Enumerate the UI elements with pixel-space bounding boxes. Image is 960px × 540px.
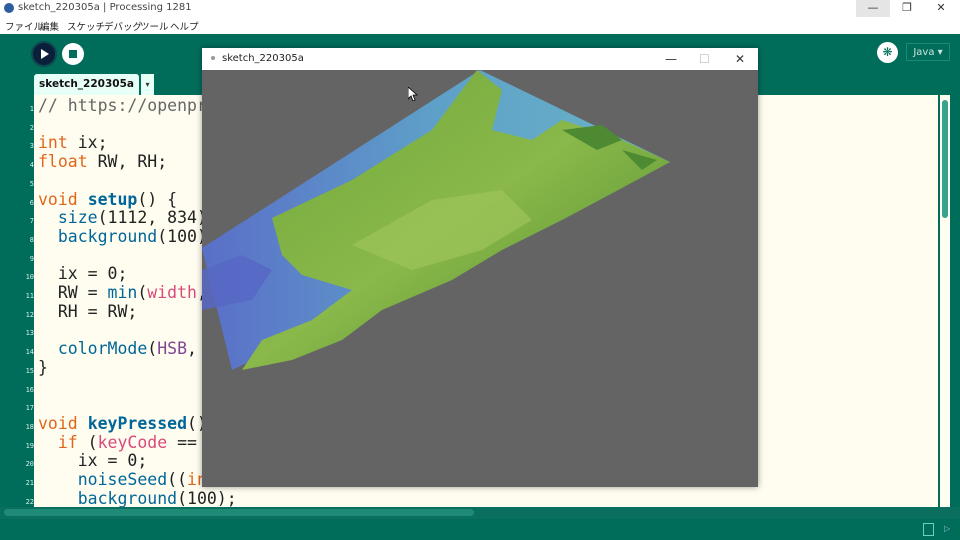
line-number: 4 (29, 161, 34, 170)
window-titlebar: sketch_220305a | Processing 1281 — ❐ ✕ (0, 0, 960, 17)
line-number: 2 (29, 123, 34, 132)
code-line: float RW, RH; (38, 152, 168, 172)
mode-selector[interactable]: Java ▾ (906, 43, 950, 61)
line-number: 17 (25, 404, 34, 413)
code-line: RH = RW; (38, 301, 138, 321)
stop-button[interactable] (62, 43, 84, 65)
line-number: 15 (25, 366, 34, 375)
line-number: 9 (29, 254, 34, 263)
line-number: 13 (25, 329, 34, 338)
menu-tools[interactable]: ツール (140, 19, 169, 33)
line-number: 12 (25, 310, 34, 319)
sketch-maximize-button[interactable]: ☐ (699, 52, 710, 66)
line-number: 6 (29, 198, 34, 207)
line-number: 11 (25, 292, 34, 300)
line-number: 7 (29, 217, 34, 226)
code-line: RW = min(width, (38, 283, 207, 302)
processing-app-icon (4, 3, 14, 13)
console-icon[interactable] (923, 523, 934, 536)
sketch-titlebar: sketch_220305a — ☐ ✕ (202, 48, 758, 70)
line-number: 19 (25, 441, 34, 450)
code-line: void keyPressed() (38, 413, 207, 433)
sketch-app-icon (211, 56, 215, 60)
mouse-cursor-icon (408, 87, 418, 101)
status-bar (0, 519, 960, 540)
menu-debug[interactable]: デバッグ (104, 19, 142, 33)
code-line: ix = 0; (38, 264, 128, 284)
sketch-canvas[interactable] (202, 70, 758, 487)
line-number: 14 (25, 348, 34, 357)
sketch-window[interactable]: sketch_220305a — ☐ ✕ (202, 48, 758, 487)
code-line: background(100); (77, 488, 237, 508)
code-line: } (38, 357, 48, 377)
horizontal-scroll-thumb[interactable] (4, 509, 474, 516)
maximize-button[interactable]: ❐ (890, 0, 924, 17)
menu-edit[interactable]: 編集 (40, 19, 59, 33)
line-number: 22 (25, 497, 34, 506)
line-number: 8 (29, 235, 34, 244)
debugger-button[interactable]: ❋ (877, 42, 898, 63)
line-number: 5 (29, 179, 34, 188)
code-line: if (keyCode == 82 (57, 432, 227, 452)
line-number: 21 (25, 479, 34, 487)
code-line: colorMode(HSB, 25 (57, 339, 227, 359)
menu-bar: ファイル 編集 スケッチ デバッグ ツール ヘルプ (0, 17, 960, 34)
line-number: 3 (29, 142, 34, 151)
status-arrow-icon[interactable]: ▷ (944, 524, 950, 533)
menu-sketch[interactable]: スケッチ (67, 19, 105, 33)
sketch-window-title: sketch_220305a (222, 53, 304, 64)
line-number: 10 (25, 273, 34, 282)
code-line: size(1112, 834); (57, 208, 217, 228)
code-line: // https://openproc (38, 96, 227, 115)
window-title: sketch_220305a | Processing 1281 (18, 2, 192, 13)
close-button[interactable]: ✕ (924, 0, 958, 17)
code-line: ix = 0; (38, 451, 148, 471)
run-button[interactable] (33, 43, 55, 65)
minimize-button[interactable]: — (856, 0, 890, 17)
code-line: noiseSeed((int) (77, 470, 227, 489)
menu-file[interactable]: ファイル (5, 19, 43, 33)
tab-sketch[interactable]: sketch_220305a (34, 74, 139, 95)
line-number: 1 (29, 105, 34, 113)
menu-help[interactable]: ヘルプ (170, 19, 199, 33)
code-line: void setup() { (38, 189, 178, 209)
vertical-scroll-thumb[interactable] (942, 100, 948, 218)
code-line: background(100); (57, 226, 217, 246)
sketch-minimize-button[interactable]: — (665, 52, 677, 66)
line-number: 20 (25, 460, 34, 469)
line-number: 16 (25, 385, 34, 394)
code-line: int ix; (38, 133, 108, 153)
line-number: 18 (25, 422, 34, 431)
tab-menu-button[interactable]: ▾ (141, 74, 154, 95)
sketch-close-button[interactable]: ✕ (735, 52, 745, 66)
